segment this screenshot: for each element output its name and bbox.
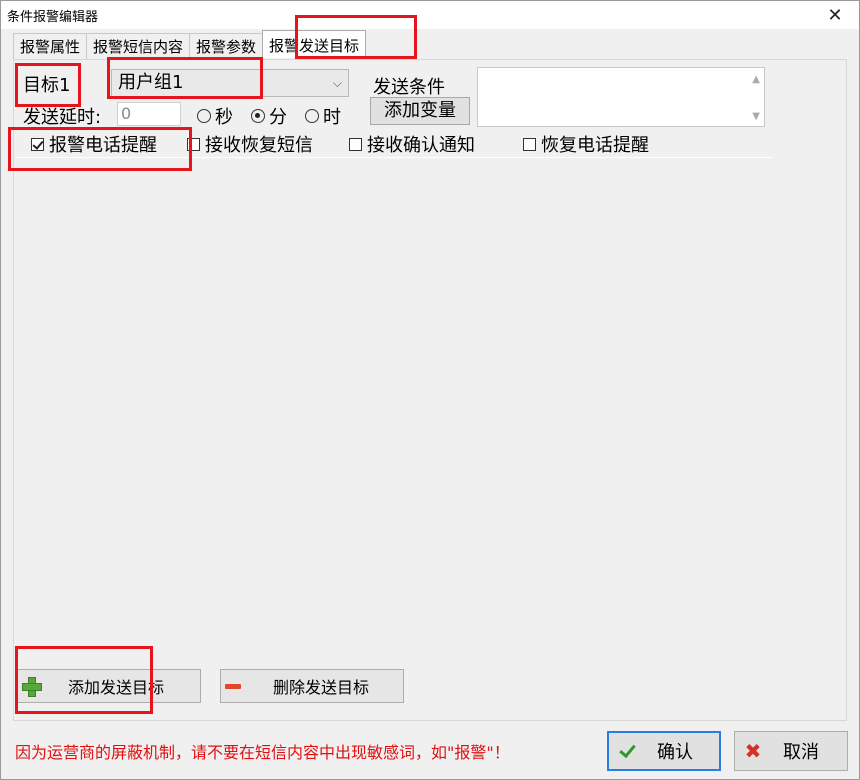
cancel-button[interactable]: ✖ 取消 [734, 731, 848, 771]
radio-icon [305, 109, 319, 123]
delete-target-label: 删除发送目标 [273, 678, 370, 697]
sensitive-words-warning: 因为运营商的屏蔽机制，请不要在短信内容中出现敏感词，如"报警"！ [15, 743, 510, 762]
window-title: 条件报警编辑器 [7, 10, 99, 25]
scroll-up-icon[interactable]: ▲ [752, 74, 760, 85]
recovery-phone-label: 恢复电话提醒 [541, 135, 649, 156]
highlight-box-target-label [15, 63, 81, 107]
confirm-notice-label: 接收确认通知 [367, 135, 475, 156]
title-bar: 条件报警编辑器 ✕ [1, 1, 859, 29]
close-icon[interactable]: ✕ [815, 1, 855, 29]
ok-label: 确认 [657, 742, 693, 763]
radio-minutes-label: 分 [269, 107, 287, 128]
checkbox-icon [523, 137, 536, 151]
highlight-box-add-target [15, 646, 153, 714]
tab-alarm-parameters[interactable]: 报警参数 [189, 33, 264, 59]
cross-icon: ✖ [744, 739, 762, 763]
radio-minutes[interactable]: 分 [251, 103, 287, 129]
radio-selected-icon [251, 109, 265, 123]
radio-seconds-label: 秒 [215, 107, 233, 128]
radio-icon [197, 109, 211, 123]
highlight-box-user-group [107, 57, 263, 99]
scroll-down-icon[interactable]: ▼ [752, 111, 760, 122]
delete-target-button[interactable]: 删除发送目标 [220, 669, 404, 703]
highlight-box-tab [295, 15, 417, 59]
add-variable-button[interactable]: 添加变量 [370, 97, 470, 125]
recovery-phone-checkbox[interactable]: 恢复电话提醒 [523, 131, 649, 157]
tab-sms-content[interactable]: 报警短信内容 [86, 33, 191, 59]
condition-label: 发送条件 [373, 77, 445, 98]
radio-hours[interactable]: 时 [305, 103, 341, 129]
recovery-sms-label: 接收恢复短信 [205, 135, 313, 156]
ok-button[interactable]: 确认 [607, 731, 721, 771]
cancel-label: 取消 [783, 742, 819, 763]
tab-alarm-properties[interactable]: 报警属性 [13, 33, 88, 59]
condition-textarea[interactable]: ▲ ▼ [477, 67, 765, 127]
confirm-notice-checkbox[interactable]: 接收确认通知 [349, 131, 475, 157]
highlight-box-phone-alert [8, 127, 192, 171]
checkbox-icon [349, 137, 362, 151]
alarm-editor-window: 条件报警编辑器 ✕ 报警属性 报警短信内容 报警参数 报警发送目标 目标1 用户… [0, 0, 860, 780]
chevron-down-icon: ⌵ [332, 76, 342, 90]
minus-icon [225, 683, 241, 689]
radio-seconds[interactable]: 秒 [197, 103, 233, 129]
radio-hours-label: 时 [323, 107, 341, 128]
checkmark-icon [617, 741, 637, 761]
delay-input[interactable]: 0 [117, 102, 181, 126]
recovery-sms-checkbox[interactable]: 接收恢复短信 [187, 131, 313, 157]
